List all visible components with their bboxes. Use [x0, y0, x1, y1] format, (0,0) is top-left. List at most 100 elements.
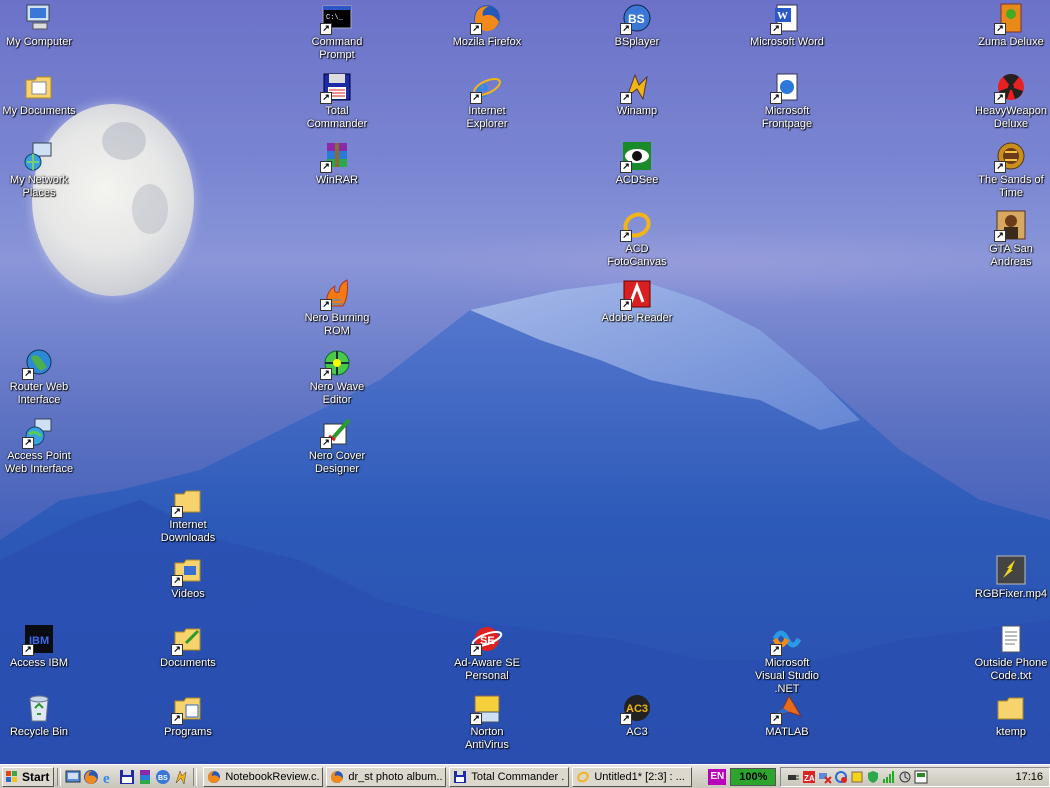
desktop-icon-my-network-places[interactable]: My Network Places: [0, 140, 78, 200]
desktop-icon-mozilla-firefox[interactable]: ↗ Mozila Firefox: [448, 2, 526, 49]
update-icon[interactable]: [850, 770, 864, 784]
desktop-icon-gta-san-andreas[interactable]: ↗ GTA San Andreas: [972, 209, 1050, 269]
quick-launch-total-commander-icon[interactable]: [119, 769, 135, 785]
start-button[interactable]: Start: [2, 766, 55, 787]
visual-studio-icon: ↗: [770, 623, 803, 656]
desktop-icon-winamp[interactable]: ↗ Winamp: [598, 71, 676, 118]
quick-launch-winrar-icon[interactable]: [137, 769, 153, 785]
taskbar-separator: [193, 767, 198, 786]
quick-launch-firefox-icon[interactable]: [83, 769, 99, 785]
bsplayer-icon: BS ↗: [620, 2, 653, 35]
desktop-icon-heavyweapon-deluxe[interactable]: ↗ HeavyWeapon Deluxe: [972, 71, 1050, 131]
sands-of-time-icon: ↗: [994, 140, 1027, 173]
system-tray: ZA 17:16: [780, 766, 1050, 787]
desktop-icon-total-commander[interactable]: ↗ Total Commander: [298, 71, 376, 131]
ac3-icon: AC3 ↗: [620, 692, 653, 725]
desktop-icon-winrar[interactable]: ↗ WinRAR: [298, 140, 376, 187]
ad-aware-icon: SE ↗: [470, 623, 503, 656]
taskbar-task-photo-album[interactable]: dr_st photo album...: [326, 766, 447, 787]
fotocanvas-icon: [577, 771, 590, 782]
recycle-bin-icon: [23, 692, 55, 724]
desktop-icon-rgbfixer[interactable]: RGBFixer.mp4: [972, 554, 1050, 601]
desktop-icon-zuma-deluxe[interactable]: ↗ Zuma Deluxe: [972, 2, 1050, 49]
desktop-icon-microsoft-frontpage[interactable]: ↗ Microsoft Frontpage: [748, 71, 826, 131]
sync-icon[interactable]: [834, 770, 848, 784]
signal-icon[interactable]: [882, 770, 896, 784]
desktop-icon-ktemp[interactable]: ktemp: [972, 692, 1050, 739]
archive-icon: ↗: [320, 140, 353, 173]
network-disabled-icon[interactable]: [818, 770, 833, 784]
cover-designer-icon: ↗: [320, 416, 353, 449]
folder-icon: [995, 692, 1027, 724]
taskbar: Start e BS NotebookReview.c... dr_st pho…: [0, 764, 1050, 788]
acdsee-eye-icon: ↗: [620, 140, 653, 173]
desktop-icon-adobe-reader[interactable]: ↗ Adobe Reader: [598, 278, 676, 325]
desktop-icon-internet-explorer[interactable]: e ↗ Internet Explorer: [448, 71, 526, 131]
internet-explorer-icon: e ↗: [470, 71, 503, 104]
card-icon[interactable]: [914, 770, 928, 784]
desktop-icon-acd-fotocanvas[interactable]: ↗ ACD FotoCanvas: [598, 209, 676, 269]
desktop-icon-programs[interactable]: ↗ Programs: [149, 692, 227, 739]
desktop-icon-ac3[interactable]: AC3 ↗ AC3: [598, 692, 676, 739]
desktop-icon-microsoft-word[interactable]: W ↗ Microsoft Word: [748, 2, 826, 49]
desktop-icon-nero-cover-designer[interactable]: ↗ Nero Cover Designer: [298, 416, 376, 476]
floppy-icon: [454, 770, 467, 783]
text-file-icon: [995, 623, 1027, 655]
desktop-icon-norton-antivirus[interactable]: ↗ Norton AntiVirus: [448, 692, 526, 752]
taskbar-task-total-commander[interactable]: Total Commander ...: [449, 766, 570, 787]
firefox-icon: [208, 770, 221, 783]
terminal-icon: C:\_ ↗: [320, 2, 353, 35]
desktop-icon-my-computer[interactable]: My Computer: [0, 2, 78, 49]
desktop-icon-ad-aware[interactable]: SE ↗ Ad-Aware SE Personal: [448, 623, 526, 683]
frontpage-icon: ↗: [770, 71, 803, 104]
radiation-icon: ↗: [994, 71, 1027, 104]
task-label: NotebookReview.c...: [225, 770, 320, 783]
desktop-icon-router-web-interface[interactable]: ↗ Router Web Interface: [0, 347, 78, 407]
zoom-indicator[interactable]: 100%: [730, 767, 777, 786]
desktop-icon-bsplayer[interactable]: BS ↗ BSplayer: [598, 2, 676, 49]
desktop-icon-internet-downloads[interactable]: ↗ Internet Downloads: [149, 485, 227, 545]
language-indicator[interactable]: EN: [708, 768, 727, 785]
taskbar-task-notebookreview[interactable]: NotebookReview.c...: [203, 766, 324, 787]
desktop-icon-ms-visual-studio[interactable]: ↗ Microsoft Visual Studio .NET: [748, 623, 826, 696]
firefox-icon: ↗: [470, 2, 503, 35]
zonealarm-icon[interactable]: ZA: [802, 770, 816, 784]
quick-launch-show-desktop-icon[interactable]: [65, 769, 81, 785]
ibm-icon: IBM ↗: [22, 623, 55, 656]
desktop-icon-my-documents[interactable]: My Documents: [0, 71, 78, 118]
shield-icon[interactable]: [866, 770, 880, 784]
quick-launch-bsplayer-icon[interactable]: BS: [155, 769, 171, 785]
desktop-icon-command-prompt[interactable]: C:\_ ↗ Command Prompt: [298, 2, 376, 62]
desktop-icon-acdsee[interactable]: ↗ ACDSee: [598, 140, 676, 187]
gta-icon: ↗: [994, 209, 1027, 242]
quick-launch-internet-explorer-icon[interactable]: e: [101, 769, 117, 785]
norton-icon: ↗: [470, 692, 503, 725]
display-icon[interactable]: [898, 770, 912, 784]
clock[interactable]: 17:16: [1015, 771, 1045, 783]
quick-launch-winamp-icon[interactable]: [173, 769, 189, 785]
svg-text:BS: BS: [158, 775, 168, 782]
desktop-icon-recycle-bin[interactable]: Recycle Bin: [0, 692, 78, 739]
network-globe-icon: ↗: [22, 416, 55, 449]
taskbar-task-untitled[interactable]: Untitled1* [2:3] : ...: [572, 766, 693, 787]
power-icon[interactable]: [786, 770, 800, 784]
desktop-icon-access-ibm[interactable]: IBM ↗ Access IBM: [0, 623, 78, 670]
folder-icon: ↗: [171, 485, 204, 518]
desktop[interactable]: My Computer My Documents My Network Plac…: [0, 0, 1050, 764]
desktop-icon-access-point-web-interface[interactable]: ↗ Access Point Web Interface: [0, 416, 78, 476]
desktop-icon-matlab[interactable]: ↗ MATLAB: [748, 692, 826, 739]
matlab-icon: ↗: [770, 692, 803, 725]
desktop-icon-sands-of-time[interactable]: ↗ The Sands of Time: [972, 140, 1050, 200]
desktop-icon-nero-wave-editor[interactable]: ↗ Nero Wave Editor: [298, 347, 376, 407]
desktop-icon-nero-burning-rom[interactable]: ↗ Nero Burning ROM: [298, 278, 376, 338]
windows-flag-icon: [6, 770, 17, 782]
folder-icon: ↗: [171, 554, 204, 587]
network-icon: [23, 140, 55, 172]
wave-icon: ↗: [320, 347, 353, 380]
desktop-icon-outside-phone-code[interactable]: Outside Phone Code.txt: [972, 623, 1050, 683]
desktop-icon-documents[interactable]: ↗ Documents: [149, 623, 227, 670]
desktop-icon-videos[interactable]: ↗ Videos: [149, 554, 227, 601]
video-file-icon: [995, 554, 1027, 586]
task-label: dr_st photo album...: [348, 770, 443, 783]
taskbar-separator: [57, 767, 62, 786]
